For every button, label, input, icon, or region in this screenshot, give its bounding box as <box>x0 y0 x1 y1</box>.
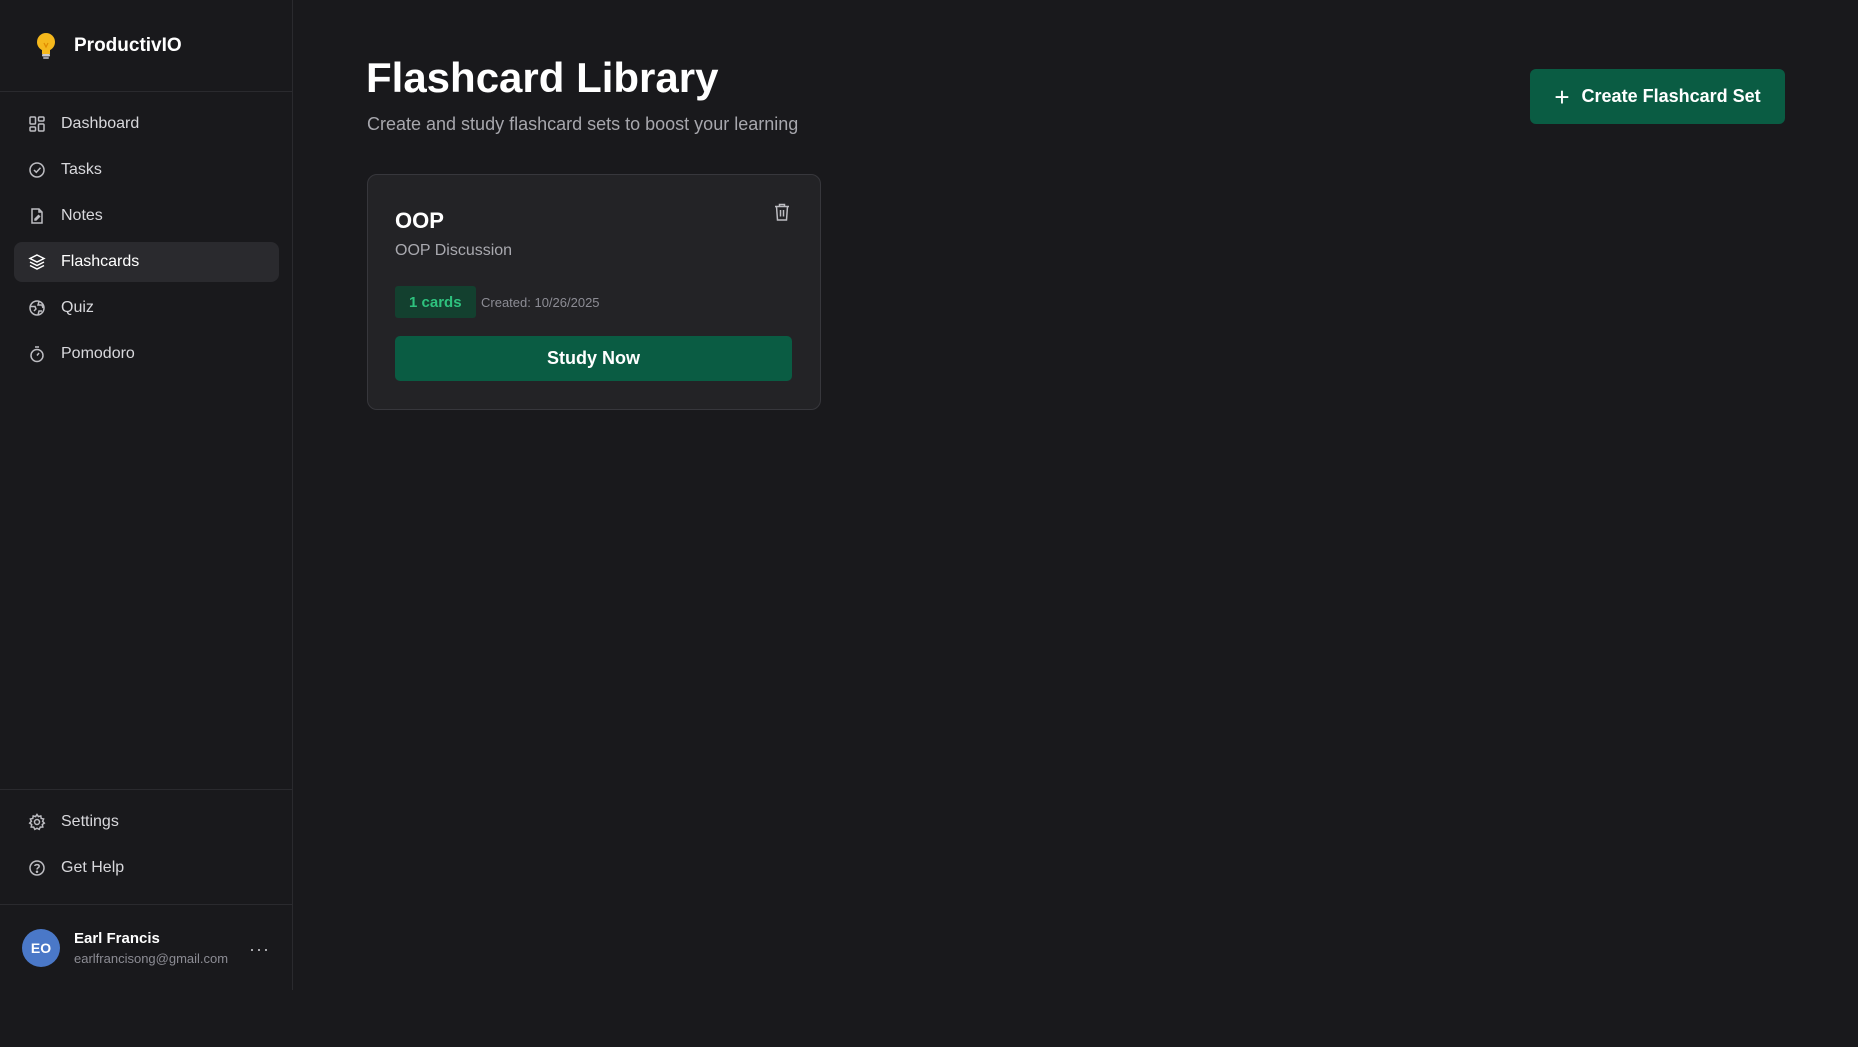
sidebar-item-quiz[interactable]: Quiz <box>14 288 279 328</box>
sidebar-item-pomodoro[interactable]: Pomodoro <box>14 334 279 374</box>
avatar: EO <box>22 928 60 967</box>
user-profile[interactable]: EO Earl Francis earlfrancisong@gmail.com… <box>0 904 292 990</box>
sidebar-item-tasks[interactable]: Tasks <box>14 150 279 190</box>
layers-icon <box>28 253 46 271</box>
user-info: Earl Francis earlfrancisong@gmail.com <box>74 930 228 966</box>
sidebar: ProductivIO Dashboard Tasks Notes Flashc… <box>0 0 293 990</box>
sidebar-item-notes[interactable]: Notes <box>14 196 279 236</box>
sidebar-item-label: Quiz <box>61 299 94 316</box>
sidebar-item-label: Get Help <box>61 859 125 876</box>
more-options-icon[interactable]: ··· <box>249 939 270 960</box>
sidebar-item-label: Settings <box>61 813 119 830</box>
help-circle-icon <box>28 859 46 877</box>
main-nav: Dashboard Tasks Notes Flashcards Quiz Po… <box>14 104 279 380</box>
create-button-label: Create Flashcard Set <box>1581 86 1761 106</box>
card-description: OOP Discussion <box>395 242 513 259</box>
user-email: earlfrancisong@gmail.com <box>74 950 229 966</box>
sidebar-item-label: Pomodoro <box>61 345 135 362</box>
bottom-nav: Settings Get Help <box>0 789 292 894</box>
flashcard-set-card: OOP OOP Discussion 1 cards Created: 10/2… <box>367 174 821 410</box>
gear-icon <box>28 813 46 831</box>
sidebar-item-dashboard[interactable]: Dashboard <box>14 104 279 144</box>
lightbulb-icon <box>32 30 60 62</box>
dashboard-icon <box>28 115 46 133</box>
create-flashcard-set-button[interactable]: + Create Flashcard Set <box>1530 69 1785 124</box>
brand-name: ProductivIO <box>74 34 182 56</box>
sidebar-item-flashcards[interactable]: Flashcards <box>14 242 279 282</box>
sidebar-item-label: Flashcards <box>61 253 140 270</box>
sidebar-item-settings[interactable]: Settings <box>14 802 278 842</box>
sidebar-item-label: Dashboard <box>61 115 140 132</box>
page-title: Flashcard Library <box>366 54 719 101</box>
plus-icon: + <box>1554 81 1570 112</box>
check-circle-icon <box>28 161 46 179</box>
sidebar-item-help[interactable]: Get Help <box>14 848 278 888</box>
notes-icon <box>28 207 46 225</box>
timer-icon <box>28 345 46 363</box>
page-subtitle: Create and study flashcard sets to boost… <box>367 114 799 134</box>
user-name: Earl Francis <box>74 929 160 947</box>
card-title: OOP <box>395 208 444 233</box>
sidebar-item-label: Tasks <box>61 161 102 178</box>
trash-icon[interactable] <box>773 202 793 224</box>
brand[interactable]: ProductivIO <box>0 0 292 92</box>
app-window: ProductivIO Dashboard Tasks Notes Flashc… <box>0 0 1858 1047</box>
created-date: Created: 10/26/2025 <box>481 295 600 310</box>
study-now-button[interactable]: Study Now <box>395 336 792 381</box>
card-count-badge: 1 cards <box>395 286 476 318</box>
globe-icon <box>28 299 46 317</box>
sidebar-item-label: Notes <box>61 207 103 224</box>
